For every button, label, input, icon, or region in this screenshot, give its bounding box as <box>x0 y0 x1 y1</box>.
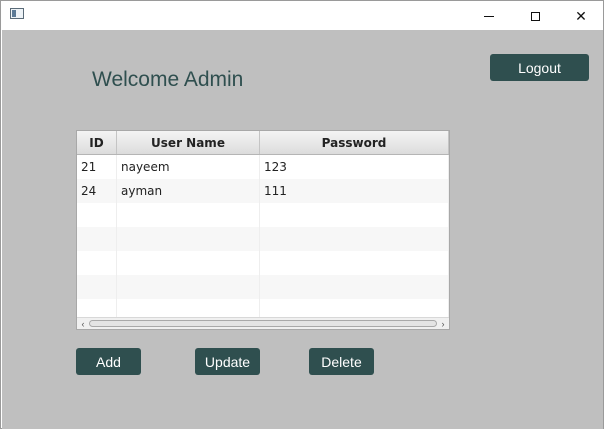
cell-username <box>117 203 260 227</box>
add-button[interactable]: Add <box>76 348 141 375</box>
app-window-icon[interactable] <box>10 8 24 19</box>
cell-password <box>260 227 449 251</box>
cell-username <box>117 251 260 275</box>
cell-password: 111 <box>260 179 449 203</box>
delete-button[interactable]: Delete <box>309 348 374 375</box>
cell-username: ayman <box>117 179 260 203</box>
horizontal-scrollbar[interactable]: ‹ › <box>77 317 449 329</box>
column-header-username[interactable]: User Name <box>117 131 260 154</box>
column-header-id[interactable]: ID <box>77 131 117 154</box>
scroll-left-icon[interactable]: ‹ <box>78 319 88 329</box>
minimize-icon <box>484 15 494 17</box>
cell-id <box>77 251 117 275</box>
table-row[interactable] <box>77 251 449 275</box>
maximize-icon <box>530 11 540 21</box>
cell-id <box>77 227 117 251</box>
cell-id <box>77 203 117 227</box>
table-row[interactable]: 21 nayeem 123 <box>77 155 449 179</box>
table-row[interactable] <box>77 275 449 299</box>
close-icon: ✕ <box>575 7 587 24</box>
table-row[interactable]: 24 ayman 111 <box>77 179 449 203</box>
main-panel: Welcome Admin Logout ID User Name Passwo… <box>2 30 603 429</box>
scroll-right-icon[interactable]: › <box>438 319 448 329</box>
cell-id <box>77 275 117 299</box>
cell-password <box>260 203 449 227</box>
table-row[interactable] <box>77 203 449 227</box>
cell-username: nayeem <box>117 155 260 179</box>
table-body: 21 nayeem 123 24 ayman 111 <box>77 155 449 323</box>
table-header: ID User Name Password <box>77 131 449 155</box>
close-button[interactable]: ✕ <box>558 2 604 30</box>
app-window: ✕ Welcome Admin Logout ID User Name Pass… <box>0 0 604 429</box>
maximize-button[interactable] <box>512 2 558 30</box>
cell-id: 24 <box>77 179 117 203</box>
minimize-button[interactable] <box>466 2 512 30</box>
welcome-heading: Welcome Admin <box>92 68 244 91</box>
logout-button[interactable]: Logout <box>490 54 589 81</box>
table-row[interactable] <box>77 227 449 251</box>
cell-id: 21 <box>77 155 117 179</box>
cell-password: 123 <box>260 155 449 179</box>
update-button[interactable]: Update <box>195 348 260 375</box>
column-header-password[interactable]: Password <box>260 131 449 154</box>
users-table[interactable]: ID User Name Password 21 nayeem 123 24 a… <box>76 130 450 330</box>
cell-username <box>117 275 260 299</box>
cell-password <box>260 251 449 275</box>
scroll-thumb[interactable] <box>89 320 437 327</box>
cell-password <box>260 275 449 299</box>
cell-username <box>117 227 260 251</box>
title-bar[interactable]: ✕ <box>2 2 602 30</box>
